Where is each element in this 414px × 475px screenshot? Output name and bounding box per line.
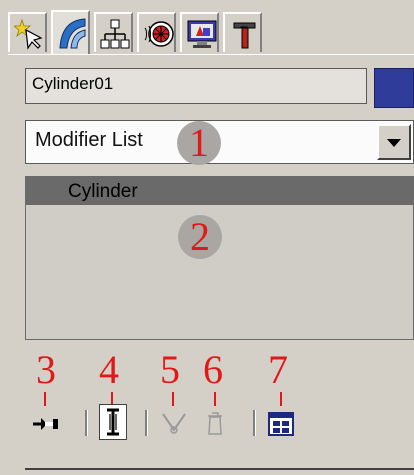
hierarchy-icon	[100, 19, 130, 49]
remove-modifier-icon	[208, 412, 222, 435]
tab-hierarchy[interactable]	[94, 12, 133, 52]
tab-create[interactable]	[8, 12, 47, 52]
toolbar-separator	[253, 410, 256, 436]
tab-modify[interactable]	[51, 10, 90, 54]
show-end-result-button[interactable]	[99, 404, 127, 440]
tab-utilities[interactable]	[223, 12, 262, 52]
tab-motion[interactable]	[137, 12, 176, 52]
toolbar-separator	[85, 410, 88, 436]
make-unique-icon	[162, 413, 186, 434]
utilities-icon	[233, 22, 256, 49]
callout-6: 6	[203, 347, 223, 392]
stack-item-label: Cylinder	[68, 181, 138, 202]
tab-divider	[8, 54, 414, 55]
callout-1: 1	[177, 121, 221, 165]
command-panel-tabs	[8, 8, 308, 56]
create-icon	[14, 18, 43, 50]
pin-stack-button[interactable]	[31, 404, 59, 440]
configure-modifier-sets-button[interactable]	[266, 404, 294, 440]
callout-5: 5	[160, 347, 180, 392]
object-color-swatch[interactable]	[374, 68, 414, 108]
panel-bottom-divider	[25, 468, 414, 475]
modifier-stack[interactable]: Cylinder	[25, 176, 414, 340]
modifier-list-label: Modifier List	[35, 129, 143, 151]
object-name-field[interactable]: Cylinder01	[25, 68, 367, 104]
show-end-result-icon	[107, 408, 119, 436]
tab-display[interactable]	[180, 12, 219, 52]
stack-item-selected[interactable]: Cylinder	[26, 177, 413, 205]
toolbar-separator	[145, 410, 148, 436]
callout-4: 4	[99, 347, 119, 392]
pin-stack-icon	[33, 418, 58, 430]
display-icon	[187, 20, 217, 48]
chevron-down-icon[interactable]	[377, 124, 411, 160]
configure-modifier-sets-icon	[268, 412, 294, 436]
modify-icon	[59, 18, 86, 49]
callout-7: 7	[268, 347, 288, 392]
callout-3: 3	[36, 347, 56, 392]
motion-icon	[144, 21, 174, 47]
callout-2: 2	[178, 215, 222, 259]
remove-modifier-button[interactable]	[201, 404, 229, 440]
make-unique-button[interactable]	[160, 404, 188, 440]
